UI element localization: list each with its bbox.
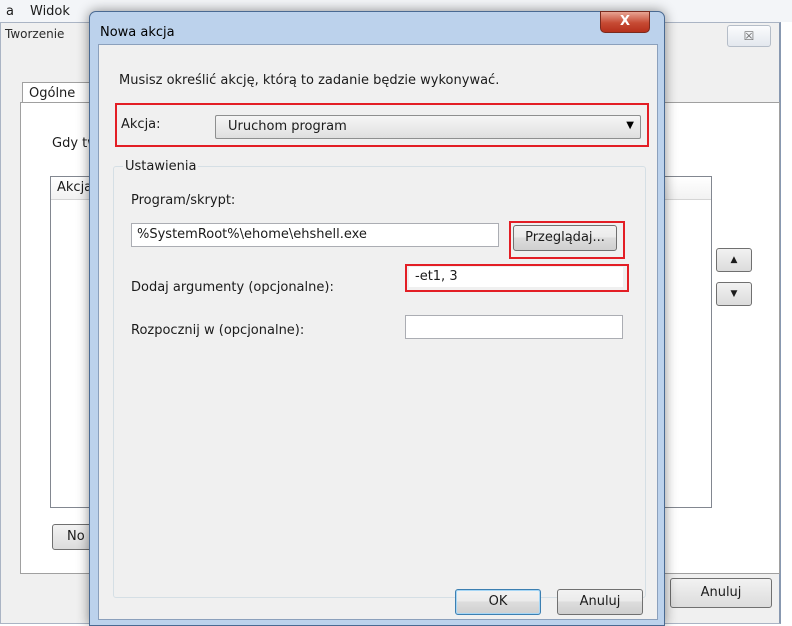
new-action-dialog: Nowa akcja X Musisz określić akcję, któr… <box>89 11 665 626</box>
background-window-title: Tworzenie <box>5 27 65 41</box>
action-dropdown[interactable]: Uruchom program ▼ <box>215 115 641 139</box>
actions-column-header: Akcja <box>57 180 93 195</box>
action-label: Akcja: <box>121 117 161 132</box>
tab-general-label: Ogólne <box>29 86 76 101</box>
move-up-button[interactable]: ▲ <box>716 248 752 272</box>
chevron-down-icon: ▼ <box>626 120 634 131</box>
dialog-body: Musisz określić akcję, którą to zadanie … <box>98 44 658 620</box>
browse-button[interactable]: Przeglądaj... <box>513 225 617 251</box>
move-down-button[interactable]: ▼ <box>716 282 752 306</box>
start-in-label: Rozpocznij w (opcjonalne): <box>131 323 305 338</box>
program-path-input[interactable]: %SystemRoot%\ehome\ehshell.exe <box>131 223 499 247</box>
cancel-button[interactable]: Anuluj <box>557 589 643 615</box>
arguments-label: Dodaj argumenty (opcjonalne): <box>131 280 334 295</box>
close-icon: X <box>619 14 631 29</box>
arguments-input[interactable]: -et1, 3 <box>409 267 623 287</box>
program-label: Program/skrypt: <box>131 193 236 208</box>
instruction-text: Musisz określić akcję, którą to zadanie … <box>119 73 500 88</box>
menu-item-view[interactable]: Widok <box>30 4 70 19</box>
menu-item-partial[interactable]: a <box>6 4 14 19</box>
arrow-up-icon: ▲ <box>730 255 738 265</box>
dialog-close-button[interactable]: X <box>600 11 650 33</box>
ok-button[interactable]: OK <box>455 589 541 615</box>
arrow-down-icon: ▼ <box>730 289 738 299</box>
close-icon[interactable]: ☒ <box>727 25 771 47</box>
action-dropdown-value: Uruchom program <box>228 119 347 134</box>
dialog-title: Nowa akcja <box>100 25 175 40</box>
background-cancel-button[interactable]: Anuluj <box>670 578 772 608</box>
settings-group-legend: Ustawienia <box>123 159 199 174</box>
start-in-input[interactable] <box>405 315 623 339</box>
